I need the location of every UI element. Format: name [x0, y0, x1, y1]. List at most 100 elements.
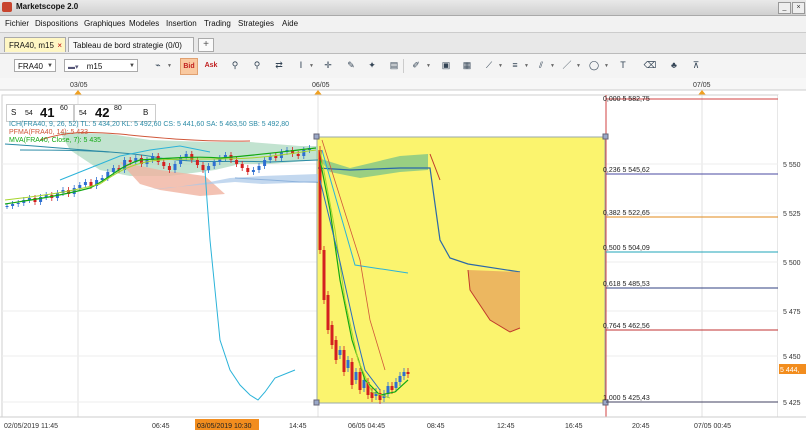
- menu-fichier[interactable]: Fichier: [5, 19, 29, 28]
- candle: [11, 204, 15, 206]
- candle: [235, 160, 239, 164]
- tree-icon[interactable]: ♣: [666, 58, 682, 73]
- candle: [162, 162, 166, 166]
- trendline-icon[interactable]: ／: [559, 58, 575, 73]
- grid-icon[interactable]: ▦: [459, 58, 475, 73]
- candle: [406, 372, 410, 374]
- menu-aide[interactable]: Aide: [282, 19, 298, 28]
- time-axis-label: 08:45: [427, 423, 445, 430]
- price-chart[interactable]: 03/05 06/05 07/05 0,000 5 582,75 0,236 5…: [0, 78, 806, 433]
- candle: [240, 164, 244, 168]
- scroll-icon[interactable]: ⇄: [271, 58, 287, 73]
- indicator-pfma[interactable]: PFMA(FRA40, 14): 5 433: [9, 129, 88, 136]
- price-axis-label: 5 450: [783, 354, 801, 361]
- candle: [398, 376, 402, 382]
- crosshair-icon[interactable]: ✛: [320, 58, 336, 73]
- bid-button[interactable]: Bid: [180, 58, 198, 75]
- price-axis-label: 5 425: [783, 400, 801, 407]
- fib-handle[interactable]: [602, 133, 609, 140]
- text-icon[interactable]: T: [615, 58, 631, 73]
- chevron-down-icon[interactable]: ▼: [550, 63, 555, 69]
- layout-icon[interactable]: ▤: [386, 58, 402, 73]
- menu-dispositions[interactable]: Dispositions: [35, 19, 78, 28]
- timeframe-select[interactable]: ▬▾ m15 ▼: [64, 59, 138, 72]
- settings-icon[interactable]: ✦: [364, 58, 380, 73]
- buy-big: 42: [95, 105, 110, 120]
- zoom-in-icon[interactable]: ⚲: [227, 58, 243, 73]
- current-price-label: 5 444,: [780, 367, 800, 374]
- chart-area[interactable]: 03/05 06/05 07/05 0,000 5 582,75 0,236 5…: [0, 78, 806, 433]
- candle: [334, 340, 338, 360]
- buy-quote[interactable]: 54 42 80 B: [74, 104, 156, 122]
- candle: [402, 372, 406, 376]
- menu-modeles[interactable]: Modeles: [129, 19, 159, 28]
- chevron-down-icon[interactable]: ▼: [498, 63, 503, 69]
- time-axis-label: 06:45: [152, 423, 170, 430]
- zoom-out-icon[interactable]: ⚲: [249, 58, 265, 73]
- chevron-down-icon[interactable]: ▼: [426, 63, 431, 69]
- note-icon[interactable]: ✎: [343, 58, 359, 73]
- quote-panel[interactable]: S 54 41 60 54 42 80 B: [6, 104, 156, 122]
- ask-button[interactable]: Ask: [203, 58, 219, 73]
- indicator-icon[interactable]: Ⅰ: [293, 58, 309, 73]
- chevron-down-icon[interactable]: ▼: [604, 63, 609, 69]
- candle: [16, 203, 20, 204]
- candle: [322, 250, 326, 300]
- chevron-down-icon[interactable]: ▼: [167, 63, 172, 69]
- tab-chart-fra40[interactable]: FRA40, m15 ×: [4, 37, 66, 52]
- fib-handle[interactable]: [313, 399, 320, 406]
- sell-label: S: [11, 108, 17, 117]
- candle: [296, 154, 300, 156]
- ellipse-icon[interactable]: ◯: [586, 58, 602, 73]
- candle: [338, 350, 342, 355]
- candle: [167, 166, 171, 170]
- time-axis-label: 20:45: [632, 423, 650, 430]
- time-axis-label: 12:45: [497, 423, 515, 430]
- price-axis-label: 5 525: [783, 211, 801, 218]
- menu-insertion[interactable]: Insertion: [166, 19, 197, 28]
- picture-icon[interactable]: ▣: [438, 58, 454, 73]
- indicator-mva[interactable]: MVA(FRA40, Close, 7): 5 435: [9, 137, 101, 144]
- chevron-down-icon[interactable]: ▼: [576, 63, 581, 69]
- fib-level-label: 0,000 5 582,75: [603, 96, 650, 103]
- candle: [394, 382, 398, 388]
- menu-trading[interactable]: Trading: [204, 19, 231, 28]
- horizontal-line-icon[interactable]: ≡: [507, 58, 523, 73]
- chart-toolbar: FRA40 ▼ ▬▾ m15 ▼ ⌁ ▼ Bid Ask ⚲ ⚲ ⇄ Ⅰ ▼ ✛ ✎…: [0, 54, 806, 79]
- candle: [346, 360, 350, 368]
- menu-bar: Fichier Dispositions Graphiques Modeles …: [0, 16, 806, 33]
- sell-quote[interactable]: S 54 41 60: [6, 104, 74, 122]
- indicator-ichimoku[interactable]: ICH(FRA40, 9, 26, 52) TL: 5 434,20 KL: 5…: [9, 121, 289, 128]
- fib-handle[interactable]: [313, 133, 320, 140]
- add-tab-button[interactable]: +: [198, 38, 214, 52]
- chevron-down-icon[interactable]: ▼: [309, 63, 314, 69]
- symbol-select[interactable]: FRA40 ▼: [14, 59, 56, 72]
- fib-level-label: 0,236 5 545,62: [603, 167, 650, 174]
- tab-strategy-dashboard[interactable]: Tableau de bord strategie (0/0): [68, 37, 194, 52]
- candle: [263, 160, 267, 166]
- candle: [207, 166, 211, 170]
- chevron-down-icon[interactable]: ▼: [524, 63, 529, 69]
- channel-icon[interactable]: ⫽: [533, 58, 549, 73]
- close-tab-icon[interactable]: ×: [57, 38, 62, 53]
- sell-small: 54: [25, 110, 33, 117]
- fibonacci-icon[interactable]: ⟋: [481, 58, 497, 73]
- time-axis-label: 06/05 04:45: [348, 423, 385, 430]
- top-date-label: 07/05: [693, 82, 711, 89]
- buy-small: 54: [79, 110, 87, 117]
- minimize-icon[interactable]: _: [778, 2, 791, 14]
- eraser-icon[interactable]: ⌫: [642, 58, 658, 73]
- pin-icon[interactable]: ⊼: [688, 58, 704, 73]
- buy-label: B: [143, 108, 149, 117]
- menu-strategies[interactable]: Strategies: [238, 19, 274, 28]
- price-axis-label: 5 550: [783, 162, 801, 169]
- chart-type-icon[interactable]: ⌁: [150, 58, 166, 73]
- menu-graphiques[interactable]: Graphiques: [84, 19, 125, 28]
- price-axis-label: 5 475: [783, 309, 801, 316]
- candle: [195, 160, 199, 165]
- candle: [128, 160, 132, 162]
- fib-level-label: 0,500 5 504,09: [603, 245, 650, 252]
- fib-level-label: 1,000 5 425,43: [603, 395, 650, 402]
- ruler-icon[interactable]: ✐: [408, 58, 424, 73]
- close-icon[interactable]: ×: [792, 2, 805, 14]
